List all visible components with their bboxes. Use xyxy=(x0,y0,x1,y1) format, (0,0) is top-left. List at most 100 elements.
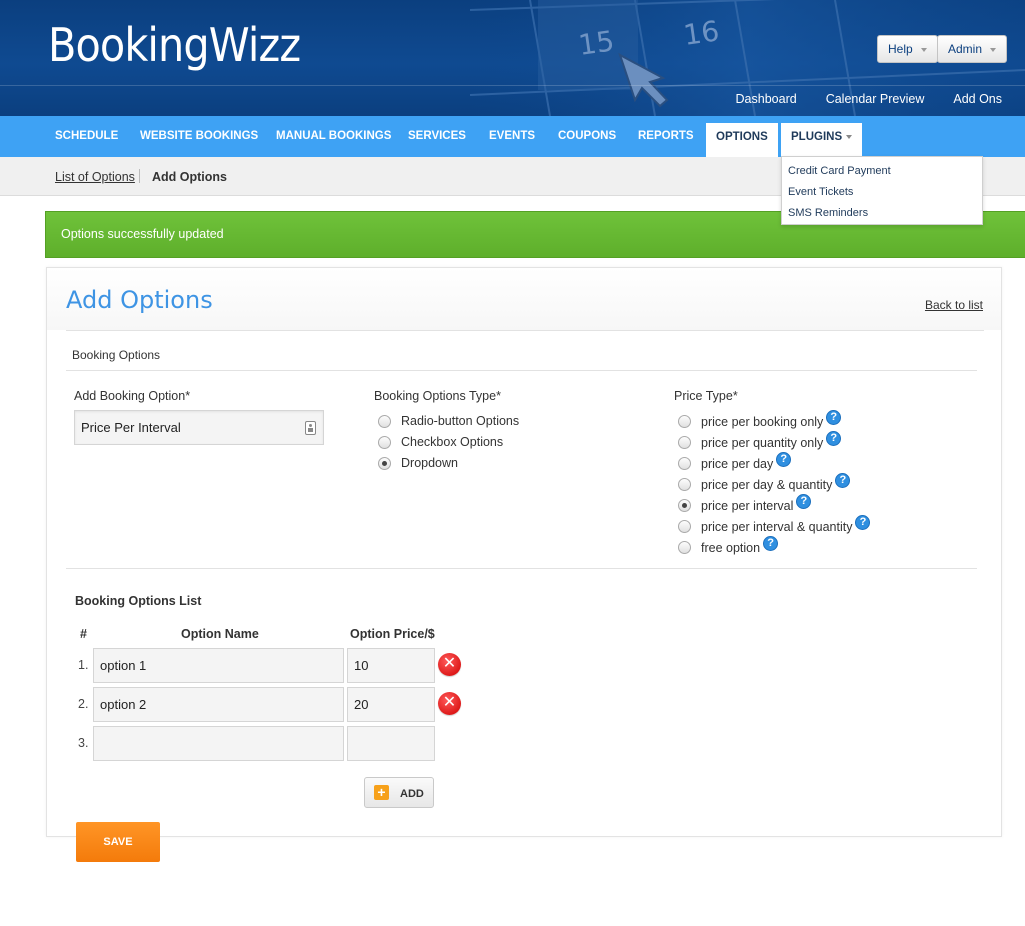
radio-label: price per interval xyxy=(701,498,794,513)
type-dropdown[interactable]: Dropdown xyxy=(378,456,458,470)
radio-label: free option xyxy=(701,540,761,555)
back-to-list-link[interactable]: Back to list xyxy=(925,298,983,312)
help-button[interactable]: Help xyxy=(877,35,938,63)
radio-label: price per day xyxy=(701,456,774,471)
radio-label: price per booking only xyxy=(701,414,824,429)
type-checkbox-options[interactable]: Checkbox Options xyxy=(378,435,503,449)
add-options-panel: Add Options Back to list Booking Options… xyxy=(46,267,1002,862)
radio-label: Dropdown xyxy=(401,456,458,470)
delete-row-button[interactable]: ✕ xyxy=(438,692,461,715)
radio-input-checked[interactable] xyxy=(678,499,691,512)
main-nav: SCHEDULE WEBSITE BOOKINGS MANUAL BOOKING… xyxy=(0,116,1025,157)
option-price-input[interactable] xyxy=(347,726,435,761)
chevron-down-icon xyxy=(846,134,853,139)
add-row-button[interactable]: + ADD xyxy=(364,777,434,808)
type-radio-button-options[interactable]: Radio-button Options xyxy=(378,414,519,428)
price-per-day[interactable]: price per day? xyxy=(678,452,792,471)
plugins-dropdown: Credit Card Payment Event Tickets SMS Re… xyxy=(781,156,983,225)
contact-card-icon xyxy=(305,421,316,435)
header-divider xyxy=(0,85,1025,86)
radio-input[interactable] xyxy=(678,436,691,449)
column-header-option-name: Option Name xyxy=(181,627,259,641)
panel-header: Add Options Back to list xyxy=(47,268,1001,330)
nav-services[interactable]: SERVICES xyxy=(408,116,466,157)
plus-icon: + xyxy=(374,785,389,800)
nav-coupons[interactable]: COUPONS xyxy=(558,116,616,157)
app-header: 15 16 BookingWizz Help Admin Dashboard C… xyxy=(0,0,1025,116)
radio-label: price per day & quantity xyxy=(701,477,833,492)
help-icon[interactable]: ? xyxy=(826,410,842,425)
divider xyxy=(66,370,977,371)
divider xyxy=(66,568,977,569)
radio-input[interactable] xyxy=(678,415,691,428)
radio-label: price per interval & quantity xyxy=(701,519,853,534)
close-icon: ✕ xyxy=(442,655,457,672)
price-per-day-and-quantity[interactable]: price per day & quantity? xyxy=(678,473,851,492)
price-per-interval[interactable]: price per interval? xyxy=(678,494,812,513)
radio-input[interactable] xyxy=(678,520,691,533)
free-option[interactable]: free option? xyxy=(678,536,779,555)
options-type-label: Booking Options Type* xyxy=(374,389,501,403)
option-price-input[interactable]: 10 xyxy=(347,648,435,683)
option-name-input[interactable] xyxy=(93,726,344,761)
close-icon: ✕ xyxy=(442,694,457,711)
delete-row-button[interactable]: ✕ xyxy=(438,653,461,676)
add-ons-link[interactable]: Add Ons xyxy=(953,92,1002,106)
radio-input[interactable] xyxy=(678,478,691,491)
breadcrumb-current: Add Options xyxy=(152,170,227,184)
help-label: Help xyxy=(888,42,913,56)
radio-input[interactable] xyxy=(378,414,391,428)
breadcrumb-list-of-options[interactable]: List of Options xyxy=(55,170,135,184)
help-icon[interactable]: ? xyxy=(763,536,779,551)
chevron-down-icon xyxy=(920,47,927,52)
row-number: 1. xyxy=(78,658,89,672)
help-icon[interactable]: ? xyxy=(855,515,871,530)
menu-item-credit-card-payment[interactable]: Credit Card Payment xyxy=(788,165,891,177)
option-name-value: Price Per Interval xyxy=(81,420,181,435)
admin-label: Admin xyxy=(948,42,983,56)
nav-plugins[interactable]: PLUGINS xyxy=(781,123,863,157)
option-name-field[interactable]: Price Per Interval xyxy=(74,410,324,445)
price-type-label: Price Type* xyxy=(674,389,738,403)
row-number: 2. xyxy=(78,697,89,711)
nav-options[interactable]: OPTIONS xyxy=(706,123,778,157)
help-icon[interactable]: ? xyxy=(835,473,851,488)
svg-text:16: 16 xyxy=(681,14,721,52)
help-icon[interactable]: ? xyxy=(796,494,812,509)
options-list-label: Booking Options List xyxy=(75,594,202,608)
option-name-input[interactable]: option 1 xyxy=(93,648,344,683)
add-option-label: Add Booking Option* xyxy=(74,389,191,403)
calendar-preview-link[interactable]: Calendar Preview xyxy=(826,92,925,106)
radio-label: price per quantity only xyxy=(701,435,824,450)
nav-website-bookings[interactable]: WEBSITE BOOKINGS xyxy=(140,116,258,157)
menu-item-sms-reminders[interactable]: SMS Reminders xyxy=(788,207,868,219)
menu-item-event-tickets[interactable]: Event Tickets xyxy=(788,186,853,198)
chevron-down-icon xyxy=(990,47,997,52)
nav-reports[interactable]: REPORTS xyxy=(638,116,694,157)
save-button[interactable]: SAVE xyxy=(76,822,160,862)
svg-text:15: 15 xyxy=(576,24,616,62)
price-per-booking-only[interactable]: price per booking only? xyxy=(678,410,842,429)
option-price-input[interactable]: 20 xyxy=(347,687,435,722)
row-number: 3. xyxy=(78,736,89,750)
radio-input-checked[interactable] xyxy=(378,456,391,470)
option-name-input[interactable]: option 2 xyxy=(93,687,344,722)
radio-input[interactable] xyxy=(678,457,691,470)
divider xyxy=(66,330,984,331)
price-per-interval-and-quantity[interactable]: price per interval & quantity? xyxy=(678,515,871,534)
radio-input[interactable] xyxy=(378,435,391,449)
column-header-number: # xyxy=(80,627,87,641)
nav-events[interactable]: EVENTS xyxy=(489,116,535,157)
top-links: Dashboard Calendar Preview Add Ons xyxy=(736,92,1002,106)
nav-schedule[interactable]: SCHEDULE xyxy=(55,116,118,157)
radio-label: Checkbox Options xyxy=(401,435,504,449)
breadcrumb-divider xyxy=(139,169,140,183)
nav-manual-bookings[interactable]: MANUAL BOOKINGS xyxy=(276,116,391,157)
page-title: Add Options xyxy=(66,286,213,314)
radio-input[interactable] xyxy=(678,541,691,554)
help-icon[interactable]: ? xyxy=(826,431,842,446)
admin-button[interactable]: Admin xyxy=(937,35,1008,63)
price-per-quantity-only[interactable]: price per quantity only? xyxy=(678,431,842,450)
help-icon[interactable]: ? xyxy=(776,452,792,467)
dashboard-link[interactable]: Dashboard xyxy=(736,92,797,106)
